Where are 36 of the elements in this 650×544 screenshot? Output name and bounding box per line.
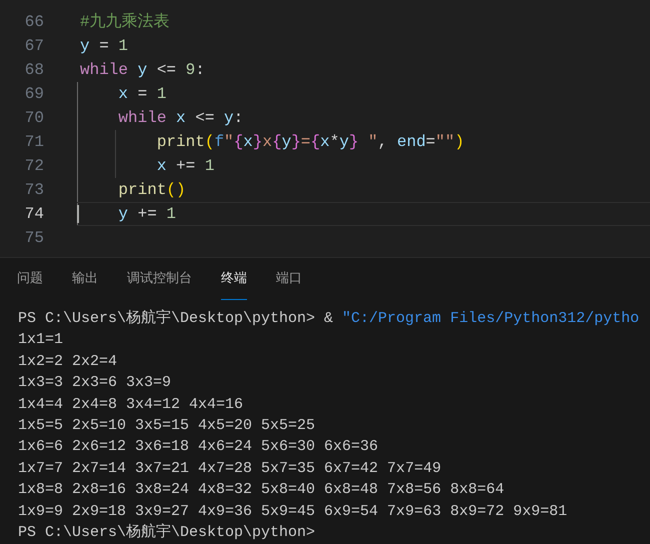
terminal-line: PS C:\Users\杨航宇\Desktop\python>	[18, 524, 316, 541]
terminal-line: 1x3=3 2x3=6 3x3=9	[18, 374, 172, 392]
code-line: y += 1	[117, 204, 176, 225]
code-line: x = 1	[117, 84, 166, 105]
terminal-line: 1x6=6 2x6=12 3x6=18 4x6=24 5x6=30 6x6=36	[18, 438, 378, 456]
terminal-line: 1x7=7 2x7=14 3x7=21 4x7=28 5x7=35 6x7=42 7x7=49	[18, 460, 442, 477]
line-number: 69	[24, 84, 44, 105]
code-line: #九九乘法表	[80, 12, 170, 33]
panel-tab[interactable]: 调试控制台	[127, 258, 192, 300]
code-line: x += 1	[156, 156, 214, 177]
terminal-line: 1x9=9 2x9=18 3x9=27 4x9=36 5x9=45 6x9=54 7x9=63 8x9=72 9x9=81	[18, 502, 568, 520]
line-number: 66	[24, 12, 44, 33]
panel-tab[interactable]: 终端	[221, 258, 247, 300]
line-number: 73	[24, 180, 44, 201]
code-line: y = 1	[80, 36, 128, 57]
line-number: 68	[24, 60, 44, 81]
terminal-line: 1x2=2 2x2=4	[18, 352, 118, 370]
terminal-line: 1x8=8 2x8=16 3x8=24 4x8=32 5x8=40 6x8=48 7x8=56 8x8=64	[18, 481, 504, 498]
terminal-line: 1x5=5 2x5=10 3x5=15 4x5=20 5x5=25	[18, 416, 316, 434]
terminal-line: 1x4=4 2x4=8 3x4=12 4x4=16	[18, 396, 244, 413]
panel-tab[interactable]: 端口	[276, 258, 302, 300]
code-line: print(f"{x}x{y}={x*y} ", end="")	[156, 132, 464, 153]
panel-tab[interactable]: 问题	[17, 258, 43, 300]
line-number: 71	[24, 132, 44, 153]
line-number: 70	[24, 108, 44, 129]
code-line: while x <= y:	[117, 108, 244, 129]
line-number: 72	[24, 156, 44, 177]
terminal-line: PS C:\Users\杨航宇\Desktop\python> & "C:/Program Files/Python312/pytho	[18, 310, 640, 327]
terminal-line: 1x1=1	[18, 331, 64, 348]
line-number: 67	[24, 36, 44, 57]
line-number: 75	[24, 228, 44, 249]
code-line: while y <= 9:	[80, 60, 205, 81]
text-cursor	[77, 205, 79, 223]
code-line: print()	[117, 180, 186, 201]
panel-tab[interactable]: 输出	[72, 258, 98, 300]
line-number: 74	[24, 204, 44, 225]
